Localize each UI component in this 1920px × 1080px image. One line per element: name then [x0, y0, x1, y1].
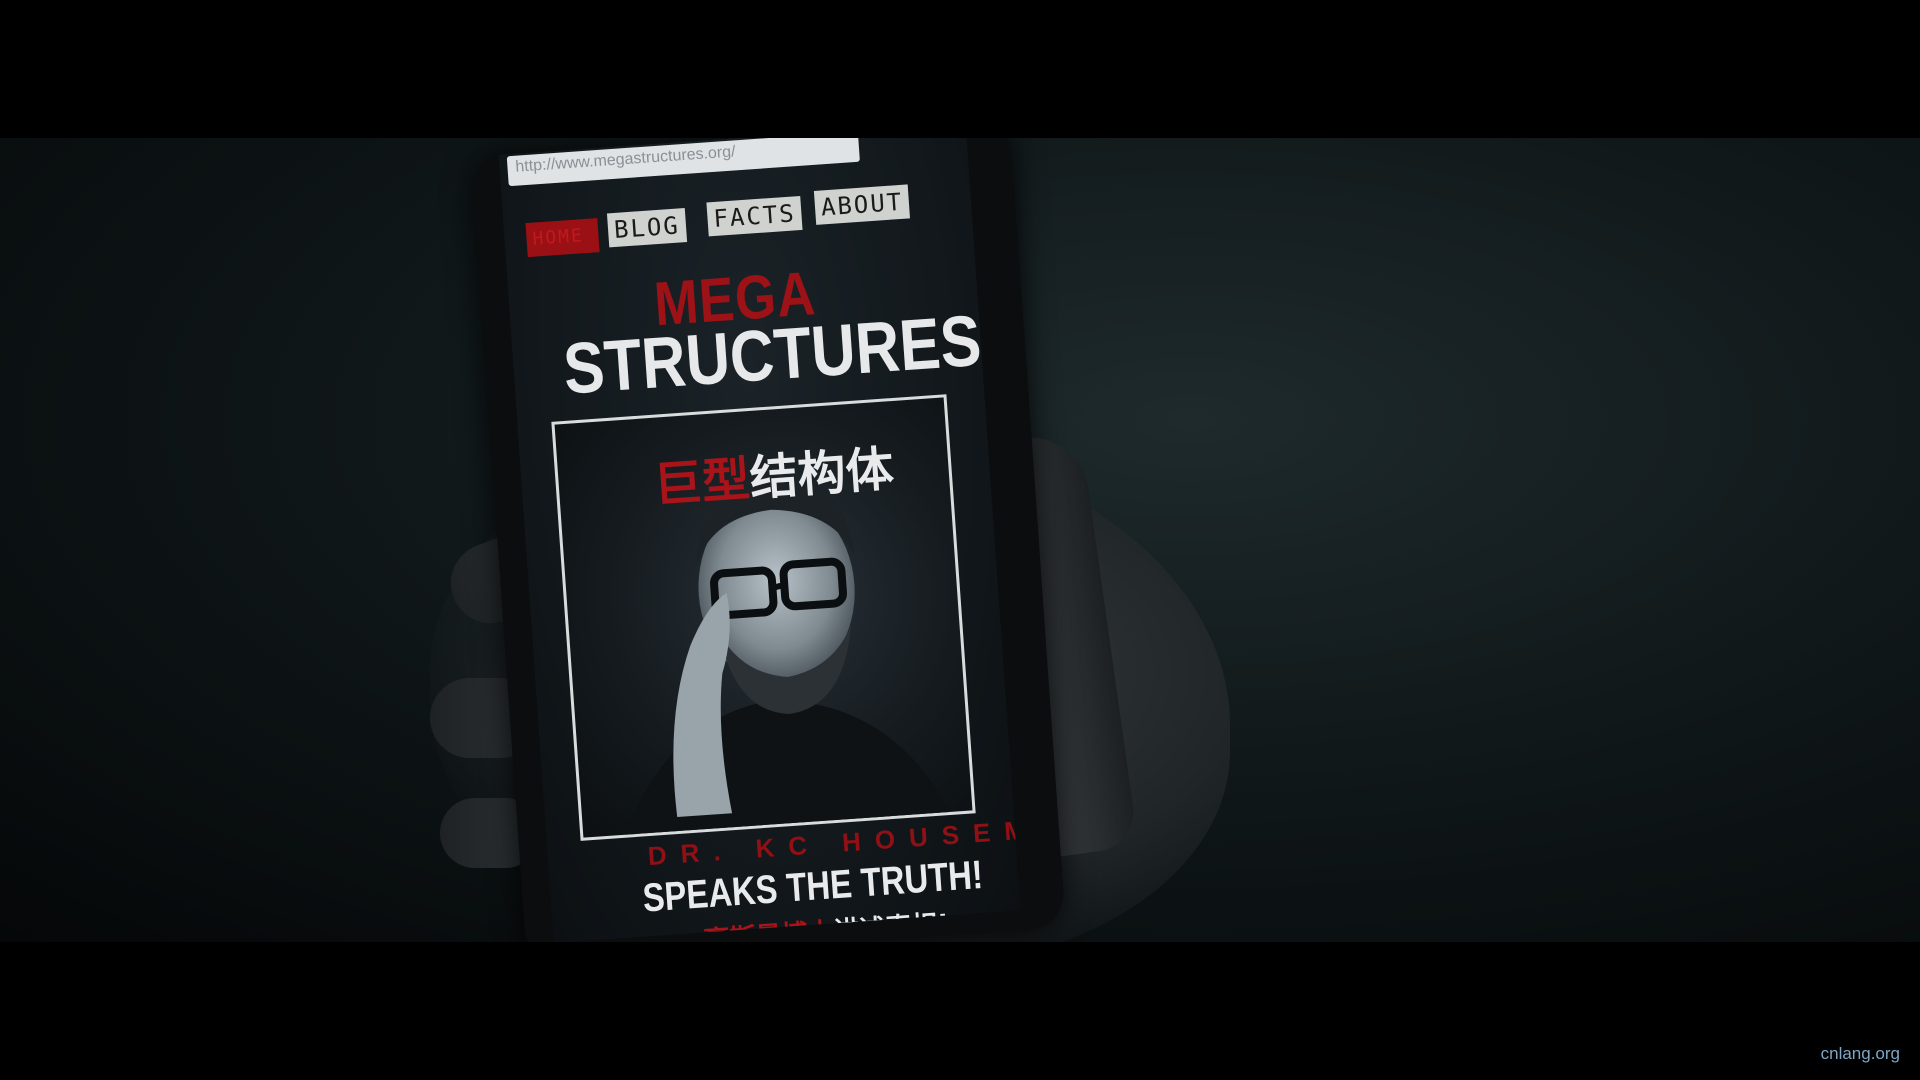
portrait-frame: 巨型结构体 [551, 394, 976, 841]
watermark: cnlang.org [1820, 1044, 1900, 1063]
site-title-structures: STRUCTURES [560, 300, 984, 410]
letterbox-top [0, 0, 1920, 138]
subtitle-chinese-red: 豪斯曼博士 [702, 917, 835, 942]
photo-scene: http://www.megastructures.org/ HOME BLOG… [0, 138, 1920, 942]
nav-facts[interactable]: FACTS [706, 195, 803, 237]
phone: http://www.megastructures.org/ HOME BLOG… [470, 138, 1066, 942]
letterbox-bottom [0, 942, 1920, 1080]
chinese-title-red: 巨型 [652, 451, 752, 514]
nav-home[interactable]: HOME [525, 218, 600, 258]
phone-screen: http://www.megastructures.org/ HOME BLOG… [498, 138, 1021, 942]
site-nav: HOME BLOG FACTS ABOUT [525, 182, 947, 259]
chinese-title-white: 结构体 [747, 441, 896, 508]
url-bar[interactable]: http://www.megastructures.org/ [506, 138, 860, 187]
nav-about[interactable]: ABOUT [813, 184, 911, 225]
nav-blog[interactable]: BLOG [606, 208, 687, 248]
